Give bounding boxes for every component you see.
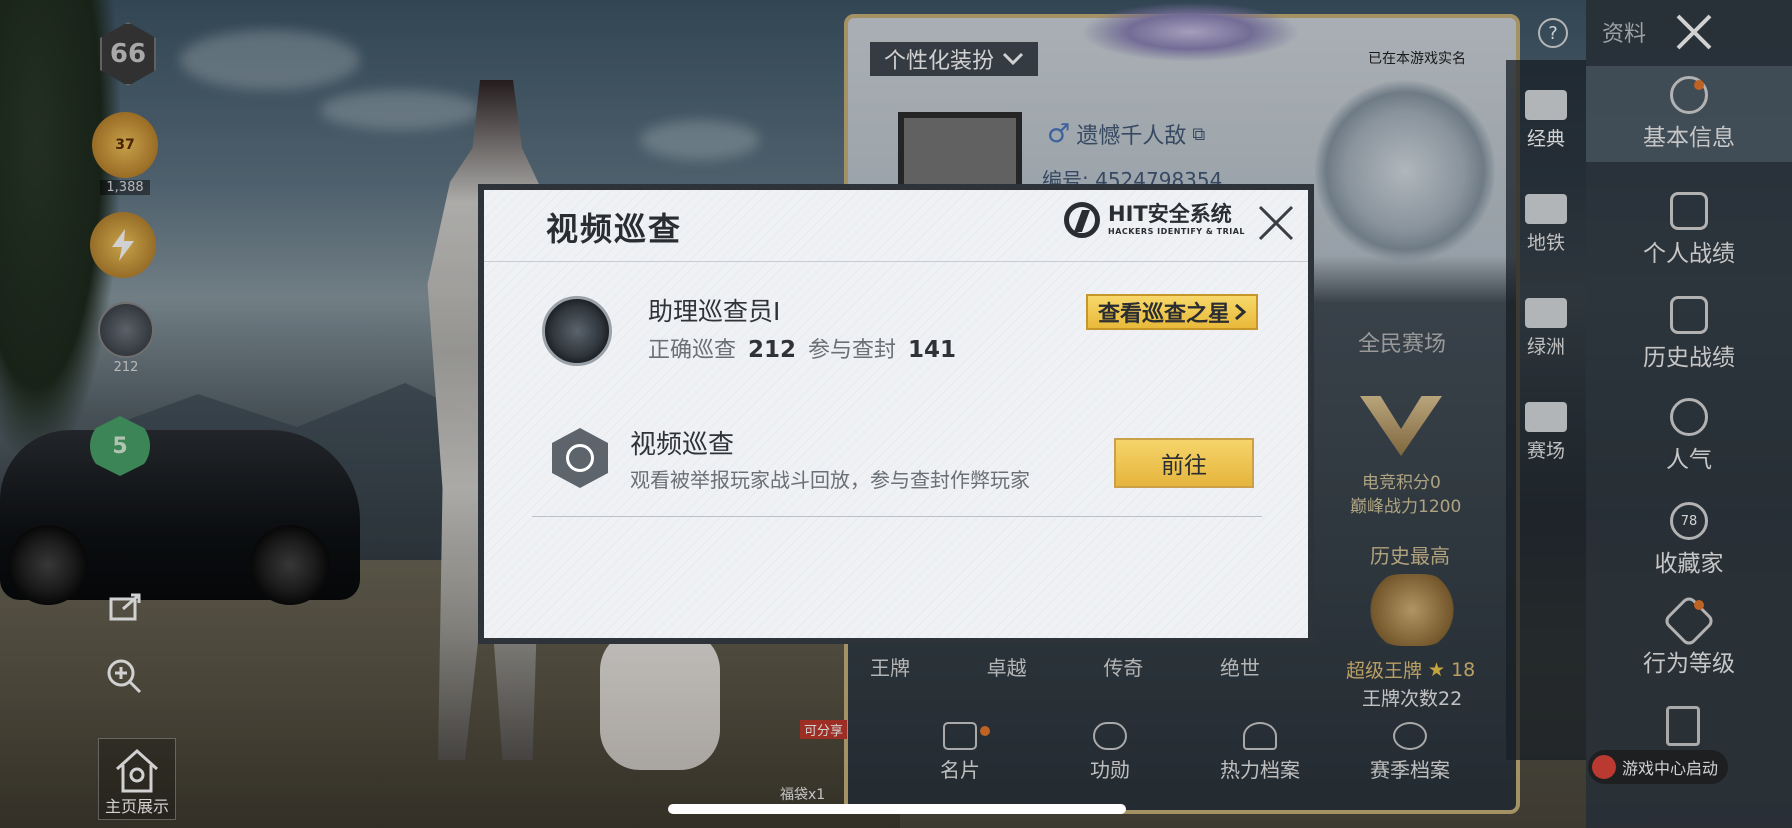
stars-button-label: 查看巡查之星 [1098, 302, 1231, 327]
review-description: 观看被举报玩家战斗回放，参与查封作弊玩家 [630, 468, 1030, 492]
inspector-title: 助理巡查员I [648, 297, 781, 326]
dialog-title: 视频巡查 [546, 210, 683, 248]
dialog-close-button[interactable] [1254, 204, 1298, 248]
close-icon [1258, 205, 1294, 241]
banned-value: 141 [908, 337, 957, 363]
review-title: 视频巡查 [630, 430, 735, 460]
dialog-body: 视频巡查 HIT安全系统 HACKERS IDENTIFY & TRIAL 助理… [484, 190, 1308, 638]
video-patrol-dialog: 视频巡查 HIT安全系统 HACKERS IDENTIFY & TRIAL 助理… [478, 184, 1314, 644]
go-button[interactable]: 前往 [1114, 438, 1254, 488]
go-button-label: 前往 [1161, 453, 1207, 479]
inspector-badge-icon [542, 296, 612, 366]
view-patrol-stars-button[interactable]: 查看巡查之星 [1086, 294, 1259, 330]
system-home-indicator[interactable] [668, 804, 1126, 814]
correct-value: 212 [748, 337, 797, 363]
hit-lightning-icon [1064, 202, 1100, 238]
hit-logo-name: HIT安全系统 [1108, 202, 1232, 226]
correct-label: 正确巡查 [648, 338, 737, 363]
dialog-header: 视频巡查 HIT安全系统 HACKERS IDENTIFY & TRIAL [484, 190, 1308, 262]
divider [532, 516, 1262, 517]
hit-logo-text: HIT安全系统 HACKERS IDENTIFY & TRIAL [1108, 204, 1245, 236]
banned-label: 参与查封 [808, 338, 897, 363]
hit-logo-subtitle: HACKERS IDENTIFY & TRIAL [1108, 227, 1246, 236]
crosshair-icon [552, 428, 608, 488]
inspector-stats: 正确巡查 212 参与查封 141 [648, 332, 956, 364]
hit-logo: HIT安全系统 HACKERS IDENTIFY & TRIAL [1064, 202, 1245, 238]
chevron-right-icon [1235, 303, 1247, 321]
